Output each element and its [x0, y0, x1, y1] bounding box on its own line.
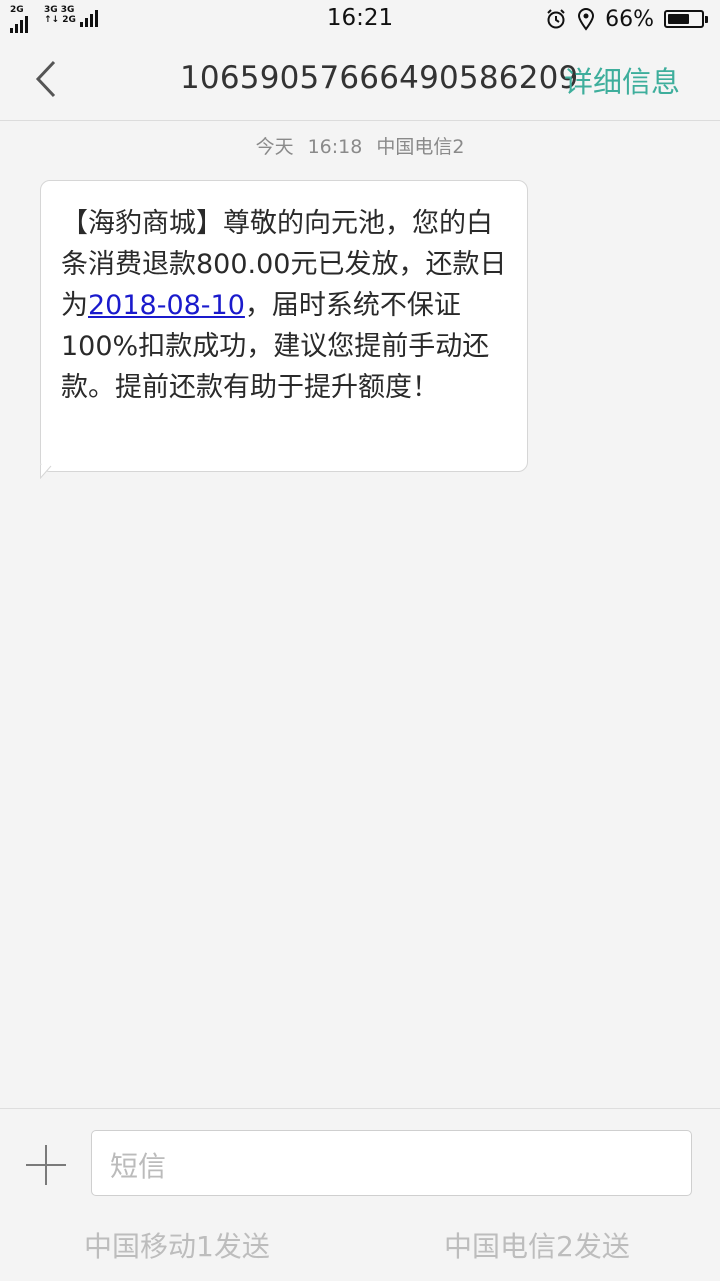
details-button[interactable]: 详细信息 [564, 59, 680, 101]
plus-icon[interactable] [26, 1145, 66, 1185]
message-composer: 短信 中国移动1发送 中国电信2发送 [0, 1108, 720, 1281]
sms-input[interactable]: 短信 [91, 1130, 692, 1196]
battery-fill [668, 14, 690, 24]
send-sim2-button[interactable]: 中国电信2发送 [444, 1225, 630, 1265]
battery-icon [664, 10, 708, 28]
status-bar: 2G 3G 3G ↑↓ 2G 16:21 66% [0, 0, 720, 38]
timestamp-day: 今天 [255, 136, 294, 158]
alarm-icon [547, 9, 565, 29]
timestamp-time: 16:18 [307, 136, 363, 158]
location-icon [578, 8, 595, 31]
date-link[interactable]: 2018-08-10 [88, 290, 245, 321]
battery-percent: 66% [605, 6, 654, 32]
bubble-tail [40, 465, 52, 479]
message-timestamp: 今天 16:18 中国电信2 [0, 132, 720, 159]
sms-input-placeholder: 短信 [110, 1150, 167, 1183]
incoming-message-bubble[interactable]: 【海豹商城】尊敬的向元池，您的白条消费退款800.00元已发放，还款日为2018… [40, 180, 528, 479]
chevron-left-icon[interactable] [28, 56, 68, 102]
conversation-header: 10659057666490586209 详细信息 [0, 38, 720, 121]
send-sim1-button[interactable]: 中国移动1发送 [84, 1225, 270, 1265]
contact-number: 10659057666490586209 [180, 60, 579, 96]
timestamp-sim: 中国电信2 [376, 136, 465, 158]
